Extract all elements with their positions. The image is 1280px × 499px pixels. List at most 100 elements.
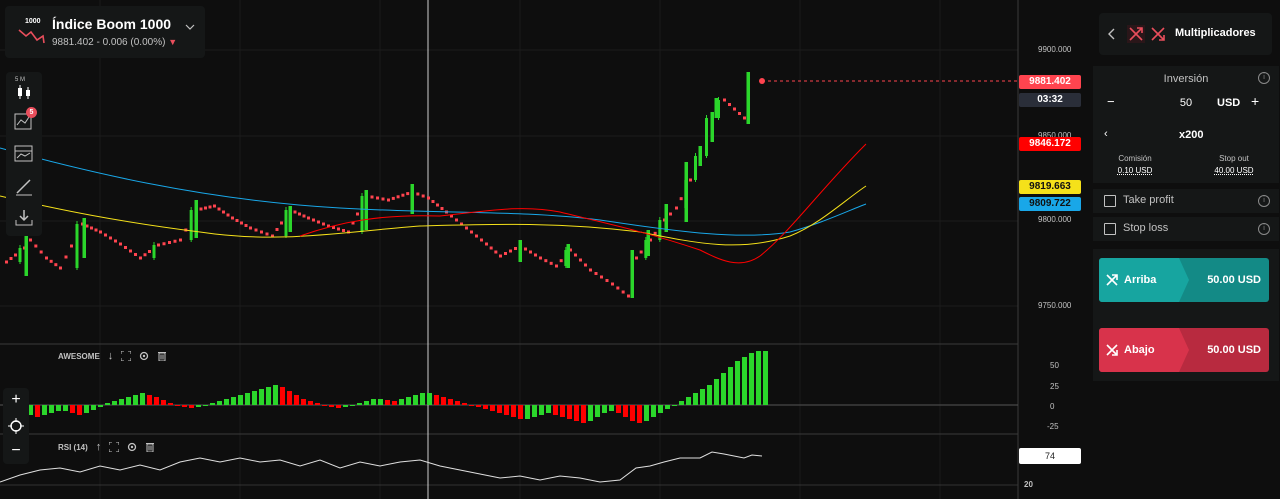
- download-icon[interactable]: [12, 206, 36, 230]
- awesome-bar: [693, 393, 698, 405]
- buy-up-button[interactable]: Arriba 50.00 USD: [1099, 258, 1269, 302]
- awesome-bar: [504, 405, 509, 415]
- candle-down: [139, 256, 142, 260]
- indicator-count-badge: 5: [26, 107, 37, 118]
- candle-down: [621, 290, 625, 294]
- candle-down: [524, 247, 527, 251]
- candle-down: [64, 255, 68, 259]
- chart-area[interactable]: 1000 Índice Boom 1000 9881.402 - 0.006 (…: [0, 0, 1092, 499]
- candle-down: [90, 226, 93, 230]
- candle-down: [539, 256, 542, 260]
- candle-down: [114, 239, 117, 243]
- multiplier-selector[interactable]: ‹ x200: [1101, 128, 1271, 144]
- zoom-out-button[interactable]: −: [6, 441, 26, 461]
- drawing-icon[interactable]: [12, 174, 36, 198]
- stop-loss-checkbox[interactable]: [1104, 223, 1116, 235]
- chevron-left-icon[interactable]: ‹: [1104, 128, 1108, 140]
- candle-down: [381, 197, 385, 201]
- info-icon[interactable]: i: [1258, 72, 1270, 84]
- candle-down: [244, 224, 248, 227]
- candle-down: [499, 254, 502, 258]
- awesome-bar: [308, 401, 313, 405]
- candle-down: [199, 207, 203, 211]
- stopout-info: Stop out 40.00 USD: [1211, 154, 1257, 175]
- symbol-selector[interactable]: 1000 Índice Boom 1000 9881.402 - 0.006 (…: [5, 6, 205, 58]
- candle-up: [714, 98, 718, 118]
- buy-down-button[interactable]: Abajo 50.00 USD: [1099, 328, 1269, 372]
- take-profit-row[interactable]: Take profit i: [1093, 189, 1279, 213]
- stop-loss-label: Stop loss: [1123, 222, 1169, 234]
- buy-down-label: Abajo: [1124, 344, 1155, 356]
- trash-icon[interactable]: [157, 351, 167, 361]
- awesome-bar: [511, 405, 516, 417]
- chevron-left-icon[interactable]: [1107, 28, 1117, 40]
- rsi-arrow-icon[interactable]: ↑: [96, 441, 102, 453]
- candle-up: [698, 146, 702, 166]
- candles-icon[interactable]: 5 M: [12, 77, 36, 102]
- awesome-bar: [763, 351, 768, 405]
- candle-down: [489, 246, 493, 250]
- chevron-down-icon[interactable]: [185, 22, 195, 32]
- candle-down: [231, 216, 234, 220]
- ma-tag-blue: 9809.722: [1019, 197, 1081, 211]
- candle-up: [518, 240, 522, 262]
- awesome-bar: [595, 405, 600, 417]
- price-axis-label: 9900.000: [1038, 45, 1072, 54]
- candle-up: [664, 204, 668, 232]
- awesome-bar: [735, 361, 740, 405]
- expand-icon[interactable]: [121, 351, 132, 361]
- awesome-bar: [728, 367, 733, 405]
- candle-down: [616, 286, 620, 290]
- candle-down: [99, 230, 102, 234]
- awesome-bar: [336, 405, 341, 408]
- take-profit-checkbox[interactable]: [1104, 195, 1116, 207]
- awesome-bar: [581, 405, 586, 423]
- indicators-icon[interactable]: 5: [12, 107, 37, 134]
- awesome-bar: [35, 405, 40, 417]
- commission-label: Comisión: [1118, 154, 1152, 163]
- awesome-arrow-icon[interactable]: ↓: [108, 350, 114, 362]
- awesome-bar: [742, 357, 747, 405]
- gear-icon[interactable]: [139, 351, 149, 361]
- triangle-down-icon: ▼: [168, 37, 178, 47]
- stake-increase-button[interactable]: +: [1251, 93, 1259, 109]
- candle-up: [566, 244, 570, 268]
- candle-down: [555, 264, 558, 268]
- candle-down: [14, 253, 17, 257]
- awesome-bar: [672, 405, 677, 406]
- info-icon[interactable]: i: [1258, 223, 1270, 235]
- gear-icon[interactable]: [127, 442, 137, 452]
- stake-stepper[interactable]: − 50 USD +: [1101, 93, 1271, 114]
- awesome-bar: [462, 403, 467, 405]
- awesome-bar: [161, 400, 166, 405]
- stopout-label: Stop out: [1219, 154, 1249, 163]
- commission-value[interactable]: 0.10 USD: [1115, 166, 1155, 175]
- price-chart[interactable]: [0, 0, 1092, 499]
- commission-info: Comisión 0.10 USD: [1115, 154, 1155, 175]
- multiplier-value: x200: [1179, 129, 1204, 141]
- rsi-line: [0, 451, 763, 483]
- candle-down: [322, 222, 325, 226]
- crosshair-icon[interactable]: [6, 416, 26, 436]
- stopout-value[interactable]: 40.00 USD: [1211, 166, 1257, 175]
- stake-input[interactable]: 50: [1171, 97, 1201, 109]
- templates-icon[interactable]: [12, 142, 36, 166]
- stake-decrease-button[interactable]: −: [1107, 94, 1115, 109]
- candle-down: [124, 246, 127, 249]
- candle-down: [298, 212, 301, 216]
- awesome-bar: [70, 405, 75, 413]
- expand-icon[interactable]: [109, 442, 120, 452]
- candle-down: [600, 275, 603, 279]
- arrow-down-right-icon: [1106, 344, 1118, 356]
- contract-type-header[interactable]: Multiplicadores: [1099, 13, 1272, 55]
- candle-down: [104, 233, 107, 237]
- info-icon[interactable]: i: [1258, 195, 1270, 207]
- awesome-axis-label: 25: [1050, 382, 1059, 391]
- buy-up-amount: 50.00 USD: [1207, 274, 1261, 286]
- awesome-bar: [665, 405, 670, 409]
- stop-loss-row[interactable]: Stop loss i: [1093, 217, 1279, 241]
- awesome-bar: [343, 405, 348, 407]
- candle-down: [723, 98, 726, 102]
- trash-icon[interactable]: [145, 442, 155, 452]
- zoom-in-button[interactable]: +: [6, 390, 26, 410]
